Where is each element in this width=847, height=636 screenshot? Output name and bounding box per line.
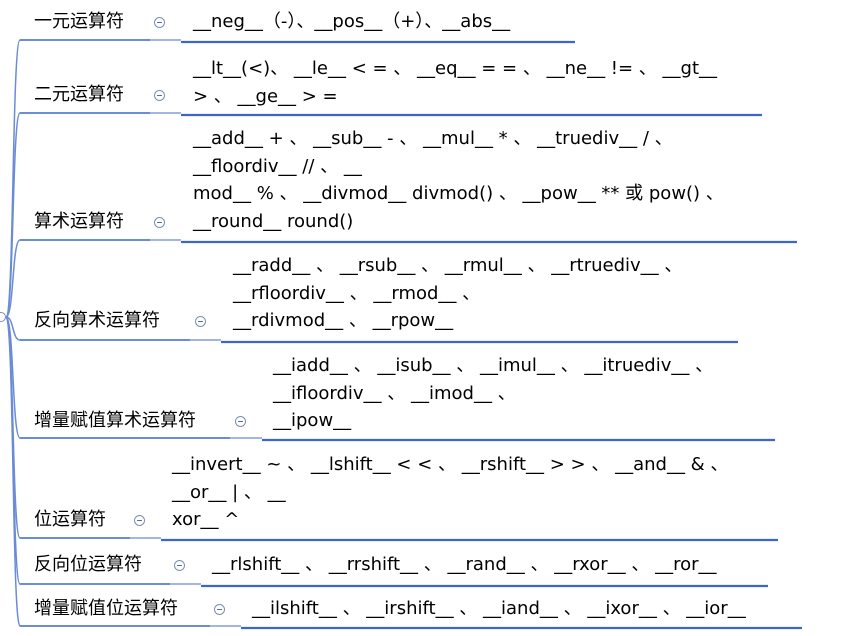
branch-connector xyxy=(5,316,21,627)
detail-line: __rlshift__ 、 __rrshift__ 、 __rand__ 、 _… xyxy=(212,554,717,575)
branch-connector xyxy=(5,316,21,341)
branch-connector xyxy=(5,316,21,439)
detail-inplace-arithmetic: __iadd__ 、 __isub__ 、 __imul__ 、 __itrue… xyxy=(273,352,713,435)
detail-binary: __lt__(<)、 __le__ < = 、 __eq__ = = 、 __n… xyxy=(193,55,717,110)
collapse-icon[interactable] xyxy=(134,515,145,526)
branch-label-inplace-bitwise[interactable]: 增量赋值位运算符 xyxy=(34,598,178,620)
detail-line: __iadd__ 、 __isub__ 、 __imul__ 、 __itrue… xyxy=(273,355,714,376)
detail-line: __ifloordiv__ 、 __imod__ 、 xyxy=(273,382,516,404)
collapse-icon[interactable] xyxy=(154,90,165,101)
detail-line: __neg__（-）、__pos__（+）、__abs__ xyxy=(193,11,511,32)
detail-reverse-arithmetic: __radd__ 、 __rsub__ 、 __rmul__ 、 __rtrue… xyxy=(233,252,682,335)
branch-label-unary[interactable]: 一元运算符 xyxy=(34,11,124,33)
detail-line: xor__ ^ xyxy=(172,509,240,530)
detail-line: __add__ + 、 __sub__ - 、 __mul__ * 、 __tr… xyxy=(193,128,673,149)
branch-label-binary[interactable]: 二元运算符 xyxy=(34,84,124,106)
collapse-icon[interactable] xyxy=(154,17,165,28)
detail-reverse-bitwise: __rlshift__ 、 __rrshift__ 、 __rand__ 、 _… xyxy=(212,551,717,579)
detail-line: > 、 __ge__ > = xyxy=(193,85,338,107)
collapse-icon[interactable] xyxy=(195,316,206,327)
branch-label-arithmetic[interactable]: 算术运算符 xyxy=(34,211,124,233)
detail-bitwise: __invert__ ~ 、 __lshift__ < < 、 __rshift… xyxy=(172,451,728,534)
branch-connector xyxy=(5,239,21,318)
detail-line: __radd__ 、 __rsub__ 、 __rmul__ 、 __rtrue… xyxy=(233,255,683,276)
branch-label-inplace-arithmetic[interactable]: 增量赋值算术运算符 xyxy=(34,410,196,432)
branch-connector xyxy=(5,316,21,539)
detail-line: mod__ % 、 __divmod__ divmod() 、 __pow__ … xyxy=(193,183,724,204)
detail-line: __rfloordiv__ 、 __rmod__ 、 xyxy=(233,282,481,304)
detail-line: __rdivmod__ 、 __rpow__ xyxy=(233,310,454,331)
branch-label-reverse-bitwise[interactable]: 反向位运算符 xyxy=(34,554,142,576)
branch-connector xyxy=(5,112,21,318)
collapse-icon[interactable] xyxy=(174,560,185,571)
detail-line: __ipow__ xyxy=(273,410,352,431)
detail-line: __round__ round() xyxy=(193,210,354,232)
detail-line: __ilshift__ 、 __irshift__ 、 __iand__ 、 _… xyxy=(252,598,746,619)
root-collapse-icon[interactable] xyxy=(0,312,6,322)
branch-label-bitwise[interactable]: 位运算符 xyxy=(34,509,106,531)
detail-inplace-bitwise: __ilshift__ 、 __irshift__ 、 __iand__ 、 _… xyxy=(252,595,746,623)
detail-line: __invert__ ~ 、 __lshift__ < < 、 __rshift… xyxy=(172,454,729,475)
collapse-icon[interactable] xyxy=(214,604,225,615)
branch-connector xyxy=(5,39,21,318)
detail-line: __floordiv__ // 、 __ xyxy=(193,155,362,177)
mind-map: 一元运算符 __neg__（-）、__pos__（+）、__abs__ 二元运算… xyxy=(0,0,847,636)
collapse-icon[interactable] xyxy=(154,217,165,228)
detail-line: __lt__(<)、 __le__ < = 、 __eq__ = = 、 __n… xyxy=(193,58,718,79)
detail-line: __or__ | 、 __ xyxy=(172,481,286,503)
branch-label-reverse-arithmetic[interactable]: 反向算术运算符 xyxy=(34,310,160,332)
collapse-icon[interactable] xyxy=(235,416,246,427)
detail-unary: __neg__（-）、__pos__（+）、__abs__ xyxy=(193,8,510,36)
branch-connector xyxy=(5,316,21,585)
detail-arithmetic: __add__ + 、 __sub__ - 、 __mul__ * 、 __tr… xyxy=(193,125,724,235)
